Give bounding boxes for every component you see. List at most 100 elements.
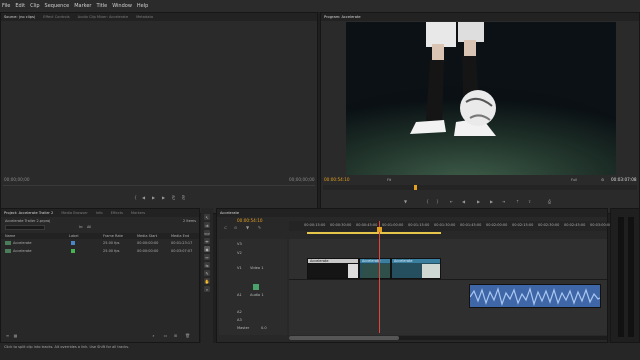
play-icon[interactable]: ▶ (476, 199, 481, 204)
video-clip[interactable]: Accelerate (307, 258, 359, 279)
menu-clip[interactable]: Clip (30, 3, 39, 9)
clip-label: Accelerate (362, 259, 381, 263)
mark-out-icon[interactable]: } (435, 199, 440, 204)
menu-edit[interactable]: Edit (15, 3, 25, 9)
tab-effects[interactable]: Effects (111, 211, 123, 215)
insert-icon[interactable]: ⎗ (171, 195, 176, 200)
track-v2-label[interactable]: V2 (237, 251, 242, 255)
tab-media-browser[interactable]: Media Browser (61, 211, 88, 215)
delete-icon[interactable]: 🗑 (185, 333, 190, 338)
go-to-in-icon[interactable]: ⇤ (449, 199, 454, 204)
menu-title[interactable]: Title (96, 3, 107, 9)
zoom-select[interactable]: Fit (387, 178, 391, 182)
settings-icon[interactable]: ⚙ (601, 178, 604, 182)
step-forward-icon[interactable]: ▶ (489, 199, 494, 204)
audio-clip[interactable] (469, 284, 601, 308)
tab-sequence[interactable]: Accelerate (220, 211, 239, 215)
column-name[interactable]: Name (5, 234, 15, 238)
menu-marker[interactable]: Marker (74, 3, 91, 9)
time-ruler[interactable]: 00:00:15:00 00:00:30:00 00:00:45:00 00:0… (289, 221, 611, 231)
timeline-scroll-thumb[interactable] (289, 336, 399, 340)
table-row[interactable]: Accelerate 25.00 fps 00:00:00:00 00:01:2… (1, 240, 199, 248)
program-timecode[interactable]: 00:00:54:10 (324, 177, 350, 182)
add-marker-icon[interactable]: ▼ (245, 225, 250, 230)
new-item-icon[interactable]: ⊞ (173, 333, 178, 338)
source-timecode-left[interactable]: 00;00;00;00 (4, 177, 30, 182)
column-media-end[interactable]: Media End (171, 234, 189, 238)
snap-icon[interactable]: ⊂ (223, 225, 228, 230)
menu-file[interactable]: File (2, 3, 10, 9)
work-area-bar[interactable] (307, 232, 441, 234)
hand-tool-icon[interactable]: ✋ (204, 278, 210, 284)
timeline-timecode[interactable]: 00:00:54:10 (237, 218, 263, 223)
video-clip[interactable]: Accelerate (359, 258, 391, 279)
source-scrubber[interactable] (3, 185, 315, 186)
column-media-start[interactable]: Media Start (137, 234, 157, 238)
icon-view-icon[interactable]: ▦ (13, 333, 18, 338)
wrench-icon[interactable]: ✎ (257, 225, 262, 230)
ruler-tick: 00:00:45:00 (356, 223, 378, 227)
menu-help[interactable]: Help (137, 3, 148, 9)
playhead-line[interactable] (379, 221, 380, 333)
column-label[interactable]: Label (69, 234, 78, 238)
search-input[interactable] (5, 225, 45, 230)
source-patch-a1[interactable] (253, 284, 259, 290)
track-a1-label[interactable]: A1 (237, 293, 242, 297)
tab-source[interactable]: Source: (no clips) (4, 15, 35, 19)
step-back-icon[interactable]: ◀ (461, 199, 466, 204)
program-playhead[interactable] (414, 185, 417, 190)
tab-audio-mixer[interactable]: Audio Clip Mixer: Accelerate (78, 15, 128, 19)
quality-select[interactable]: Full (571, 178, 577, 182)
list-view-icon[interactable]: ≡ (5, 333, 10, 338)
column-frame-rate[interactable]: Frame Rate (103, 234, 123, 238)
track-a3-label[interactable]: A3 (237, 318, 242, 322)
track-v1-label[interactable]: V1 (237, 266, 242, 270)
track-select-tool-icon[interactable]: ⇉ (204, 222, 210, 228)
program-scrubber[interactable] (323, 185, 637, 190)
ruler-tick: 00:00:30:00 (330, 223, 352, 227)
tab-program[interactable]: Program: Accelerate (324, 15, 361, 19)
track-v3-label[interactable]: V3 (237, 242, 242, 246)
tab-metadata[interactable]: Metadata (136, 15, 153, 19)
search-in-select[interactable]: All (87, 225, 91, 229)
tab-info[interactable]: Info (96, 211, 103, 215)
extract-icon[interactable]: ⇧ (527, 199, 532, 204)
timeline-scrollbar[interactable] (289, 336, 607, 340)
play-icon[interactable]: ▶ (151, 195, 156, 200)
rolling-edit-tool-icon[interactable]: ⇹ (204, 238, 210, 244)
tab-project[interactable]: Project: Accelerate Trailer 2 (4, 211, 53, 215)
mark-in-icon[interactable]: { (425, 199, 430, 204)
tab-effect-controls[interactable]: Effect Controls (43, 15, 69, 19)
playhead-handle[interactable] (377, 227, 382, 232)
step-back-icon[interactable]: ◀ (141, 195, 146, 200)
search-icon[interactable]: ⌕ (151, 333, 156, 338)
ripple-edit-tool-icon[interactable]: ⟺ (204, 230, 210, 236)
new-bin-icon[interactable]: ▭ (163, 333, 168, 338)
menu-window[interactable]: Window (112, 3, 132, 9)
video-clip[interactable]: Accelerate (391, 258, 441, 279)
razor-tool-icon[interactable]: ◆ (204, 246, 210, 252)
master-volume-value[interactable]: 0.0 (261, 326, 267, 330)
overwrite-icon[interactable]: ⎘ (181, 195, 186, 200)
slide-tool-icon[interactable]: ⇆ (204, 262, 210, 268)
source-monitor-panel: Source: (no clips) Effect Controls Audio… (0, 12, 318, 214)
zoom-tool-icon[interactable]: ⌕ (204, 286, 210, 292)
menu-sequence[interactable]: Sequence (45, 3, 70, 9)
menu-bar: File Edit Clip Sequence Marker Title Win… (0, 0, 640, 12)
track-a2-label[interactable]: A2 (237, 310, 242, 314)
slip-tool-icon[interactable]: ↔ (204, 254, 210, 260)
export-frame-icon[interactable]: ⎙ (547, 199, 552, 204)
linked-selection-icon[interactable]: ⊙ (233, 225, 238, 230)
ruler-tick: 00:01:00:00 (382, 223, 404, 227)
tab-markers[interactable]: Markers (131, 211, 145, 215)
step-forward-icon[interactable]: ▶ (161, 195, 166, 200)
selection-tool-icon[interactable]: ↖ (204, 214, 210, 220)
go-to-out-icon[interactable]: ⇥ (501, 199, 506, 204)
table-row[interactable]: Accelerate 25.00 fps 00:00:00:00 00:03:0… (1, 248, 199, 256)
program-video-frame (346, 22, 616, 175)
pen-tool-icon[interactable]: ✎ (204, 270, 210, 276)
marker-icon[interactable]: ▼ (403, 199, 408, 204)
lift-icon[interactable]: ⇡ (515, 199, 520, 204)
mark-in-icon[interactable]: { (133, 195, 138, 200)
row-end: 00:03:07:07 (171, 249, 193, 253)
